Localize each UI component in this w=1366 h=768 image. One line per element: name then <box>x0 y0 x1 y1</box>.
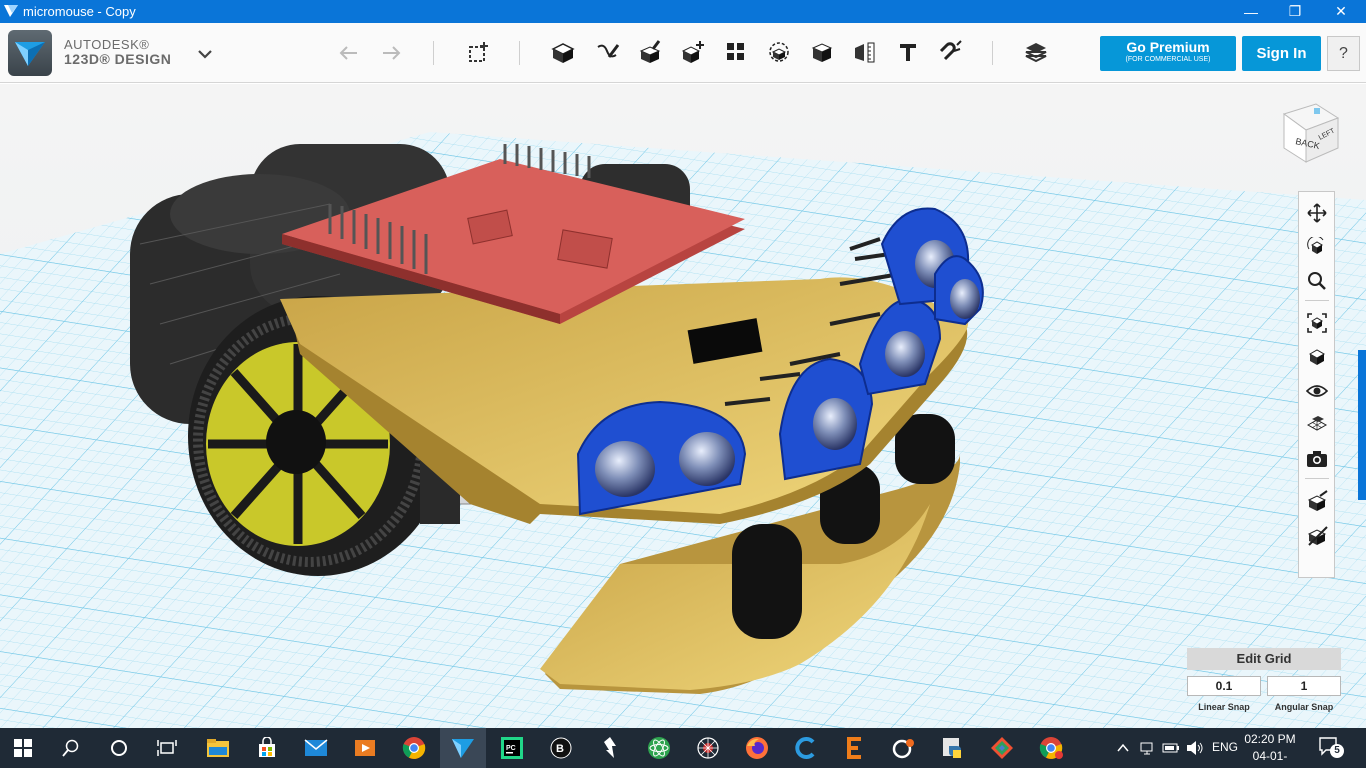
task-view-icon[interactable] <box>144 728 190 768</box>
magnet-icon[interactable] <box>936 37 966 67</box>
side-panel-tab[interactable] <box>1358 350 1366 500</box>
3d-viewport[interactable]: BACK LEFT Edit Grid 0.1 1 Linear Snap An… <box>0 84 1366 728</box>
chevron-down-icon[interactable] <box>196 47 214 61</box>
firefox-icon[interactable] <box>734 728 780 768</box>
visibility-icon[interactable] <box>1304 378 1330 404</box>
origin-icon[interactable] <box>881 728 927 768</box>
git-icon[interactable] <box>979 728 1025 768</box>
notification-count-badge: 5 <box>1330 744 1344 758</box>
materials-icon[interactable] <box>1021 37 1051 67</box>
pattern-icon[interactable] <box>678 37 708 67</box>
maximize-button[interactable]: ❐ <box>1272 0 1318 23</box>
clock-date: 04-01-2021 <box>1252 749 1288 768</box>
text-icon[interactable] <box>893 37 923 67</box>
app-menu-button[interactable] <box>8 30 52 76</box>
window-title: micromouse - Copy <box>23 4 136 19</box>
show-hidden-icons-icon[interactable] <box>1116 741 1130 755</box>
modify-icon[interactable] <box>635 37 665 67</box>
chrome-icon[interactable] <box>391 728 437 768</box>
measure-icon[interactable] <box>807 37 837 67</box>
chrome-profile-icon[interactable] <box>1028 728 1074 768</box>
linear-snap-label: Linear Snap <box>1198 702 1250 712</box>
volume-icon[interactable] <box>1186 740 1204 756</box>
c-app-icon[interactable] <box>783 728 829 768</box>
brand-name: AUTODESK® 123D® DESIGN <box>64 37 171 67</box>
windows-taskbar: PC B ENG 02:20 PM 04-01-2021 5 <box>0 728 1366 768</box>
navigation-bar <box>1298 191 1335 578</box>
angular-snap-input[interactable]: 1 <box>1267 676 1341 696</box>
zoom-icon[interactable] <box>1304 268 1330 294</box>
edit-grid-panel: Edit Grid 0.1 1 Linear Snap Angular Snap <box>1187 648 1341 718</box>
linear-snap-input[interactable]: 0.1 <box>1187 676 1261 696</box>
sketch-icon[interactable] <box>548 37 578 67</box>
network-icon[interactable] <box>1140 740 1156 756</box>
e-app-icon[interactable] <box>832 728 878 768</box>
start-icon[interactable] <box>0 728 46 768</box>
go-premium-sublabel: (FOR COMMERCIAL USE) <box>1125 56 1211 63</box>
brand-line2: 123D® DESIGN <box>64 51 172 67</box>
angular-snap-label: Angular Snap <box>1274 702 1334 712</box>
sign-in-button[interactable]: Sign In <box>1242 36 1321 71</box>
clock-time: 02:20 PM <box>1244 732 1296 746</box>
clock[interactable]: 02:20 PM 04-01-2021 <box>1240 731 1300 768</box>
camera-icon[interactable] <box>1304 446 1330 472</box>
snap-icon[interactable] <box>850 37 880 67</box>
atom-icon[interactable] <box>636 728 682 768</box>
app-logo-icon <box>4 5 18 17</box>
app-icon[interactable]: B <box>538 728 584 768</box>
title-bar: micromouse - Copy — ❐ ✕ <box>0 0 1366 23</box>
autodesk-logo-icon <box>15 42 45 66</box>
language-indicator[interactable]: ENG <box>1212 740 1238 754</box>
fit-icon[interactable] <box>1304 310 1330 336</box>
search-icon[interactable] <box>48 728 94 768</box>
go-premium-label: Go Premium <box>1126 39 1210 55</box>
redo-icon[interactable] <box>376 37 406 67</box>
123d-design-icon[interactable] <box>440 728 486 768</box>
inkscape-icon[interactable] <box>587 728 633 768</box>
file-explorer-icon[interactable] <box>195 728 241 768</box>
python-icon[interactable] <box>930 728 976 768</box>
orbit-icon[interactable] <box>1304 234 1330 260</box>
grouping-icon[interactable] <box>721 37 751 67</box>
battery-icon[interactable] <box>1162 740 1180 756</box>
main-toolbar: AUTODESK® 123D® DESIGN Go Premium (FOR C… <box>0 23 1366 83</box>
cortana-icon[interactable] <box>96 728 142 768</box>
construct-icon[interactable] <box>592 37 622 67</box>
brand-line1: AUTODESK® <box>64 37 150 52</box>
views-icon[interactable] <box>1304 344 1330 370</box>
grid-material-icon[interactable] <box>1304 412 1330 438</box>
hide-icon[interactable] <box>1304 488 1330 514</box>
spider-icon[interactable] <box>685 728 731 768</box>
close-button[interactable]: ✕ <box>1318 0 1364 23</box>
media-icon[interactable] <box>342 728 388 768</box>
undo-icon[interactable] <box>334 37 364 67</box>
view-cube[interactable]: BACK LEFT <box>1276 100 1340 164</box>
3d-scene[interactable] <box>0 84 1366 728</box>
pan-icon[interactable] <box>1304 200 1330 226</box>
go-premium-button[interactable]: Go Premium (FOR COMMERCIAL USE) <box>1100 36 1236 71</box>
help-button[interactable]: ? <box>1327 36 1360 71</box>
svg-text:PC: PC <box>506 745 516 752</box>
edit-grid-button[interactable]: Edit Grid <box>1187 648 1341 670</box>
combine-icon[interactable] <box>764 37 794 67</box>
minimize-button[interactable]: — <box>1228 0 1274 23</box>
store-icon[interactable] <box>244 728 290 768</box>
primitives-icon[interactable] <box>463 37 493 67</box>
pycharm-icon[interactable]: PC <box>489 728 535 768</box>
mail-icon[interactable] <box>293 728 339 768</box>
notifications-button[interactable]: 5 <box>1318 736 1348 760</box>
svg-text:B: B <box>556 743 564 755</box>
materials-outline-icon[interactable] <box>1304 522 1330 548</box>
